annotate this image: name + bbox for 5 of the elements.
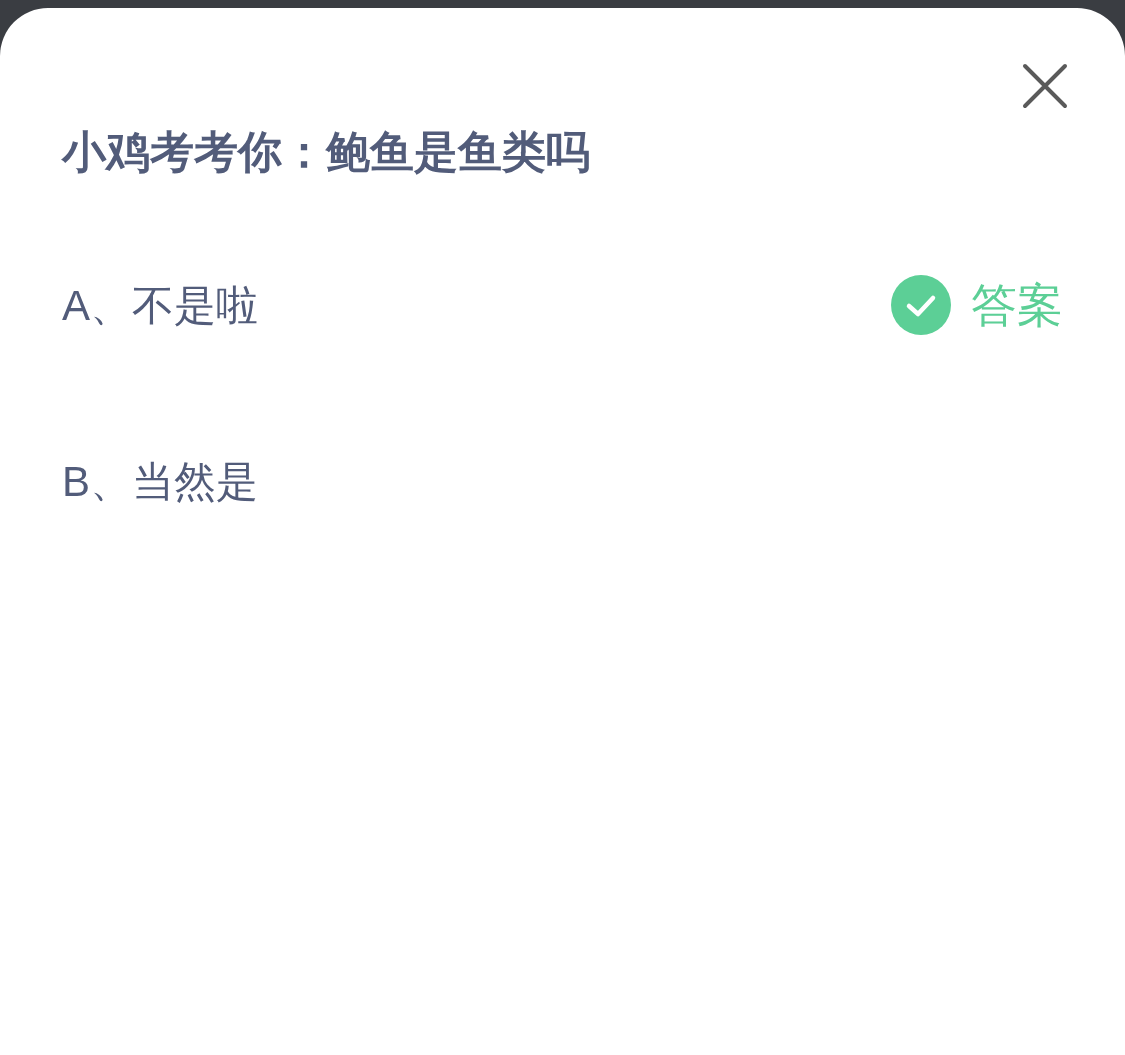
answer-option[interactable]: B、当然是 <box>62 449 258 513</box>
check-icon <box>891 275 951 335</box>
answer-option[interactable]: A、不是啦 <box>62 273 258 337</box>
question-title: 小鸡考考你：鲍鱼是鱼类吗 <box>62 126 591 178</box>
answer-label: 答案 <box>971 277 1063 333</box>
